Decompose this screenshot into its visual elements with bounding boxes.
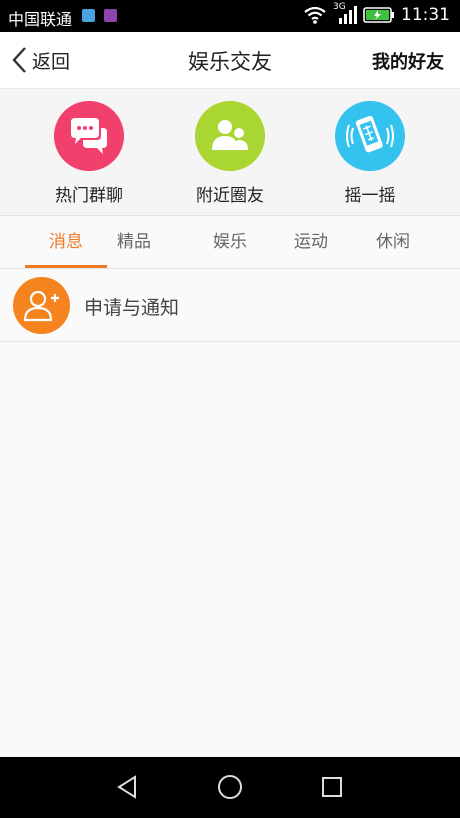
- people-icon: [195, 101, 265, 171]
- nearby-friends-button[interactable]: 附近圈友: [170, 101, 290, 206]
- nearby-friends-label: 附近圈友: [196, 186, 264, 206]
- app-notification-icon: [82, 9, 95, 22]
- shake-phone-icon: [335, 101, 405, 171]
- clock: 11:31: [401, 5, 450, 25]
- my-friends-button[interactable]: 我的好友: [372, 48, 444, 74]
- message-list: 申请与通知: [0, 269, 460, 342]
- header-bar: 返回 娱乐交友 我的好友: [0, 32, 460, 89]
- signal-icon: 3G: [333, 2, 357, 26]
- carrier-name: 中国联通: [8, 10, 73, 29]
- chevron-left-icon: [12, 47, 26, 73]
- shake-button[interactable]: 摇一摇: [310, 101, 430, 206]
- chat-bubbles-icon: [54, 101, 124, 171]
- nav-home-icon[interactable]: [214, 771, 246, 803]
- nav-recents-icon[interactable]: [316, 771, 348, 803]
- hot-group-chat-label: 热门群聊: [55, 186, 123, 206]
- status-bar: 中国联通 3G 11:31: [0, 0, 460, 32]
- tab-featured[interactable]: 精品: [93, 216, 175, 268]
- add-user-icon: [13, 277, 70, 334]
- tab-sports[interactable]: 运动: [270, 216, 352, 268]
- hot-group-chat-button[interactable]: 热门群聊: [29, 101, 149, 206]
- quick-actions: 热门群聊 附近圈友 摇一摇: [0, 89, 460, 216]
- tab-entertainment[interactable]: 娱乐: [189, 216, 271, 268]
- nav-back-icon[interactable]: [112, 771, 144, 803]
- system-nav-bar: [0, 757, 460, 818]
- category-tabs: 消息 精品 娱乐 运动 休闲: [0, 216, 460, 269]
- shake-label: 摇一摇: [344, 186, 396, 206]
- back-button[interactable]: 返回: [10, 43, 70, 77]
- list-item[interactable]: 申请与通知: [0, 269, 460, 342]
- battery-charging-icon: [363, 7, 394, 23]
- tab-leisure[interactable]: 休闲: [352, 216, 434, 268]
- app-notification-icon: [104, 9, 117, 22]
- wifi-icon: [304, 6, 326, 24]
- requests-notifications-label: 申请与通知: [84, 297, 180, 319]
- back-label: 返回: [32, 50, 71, 73]
